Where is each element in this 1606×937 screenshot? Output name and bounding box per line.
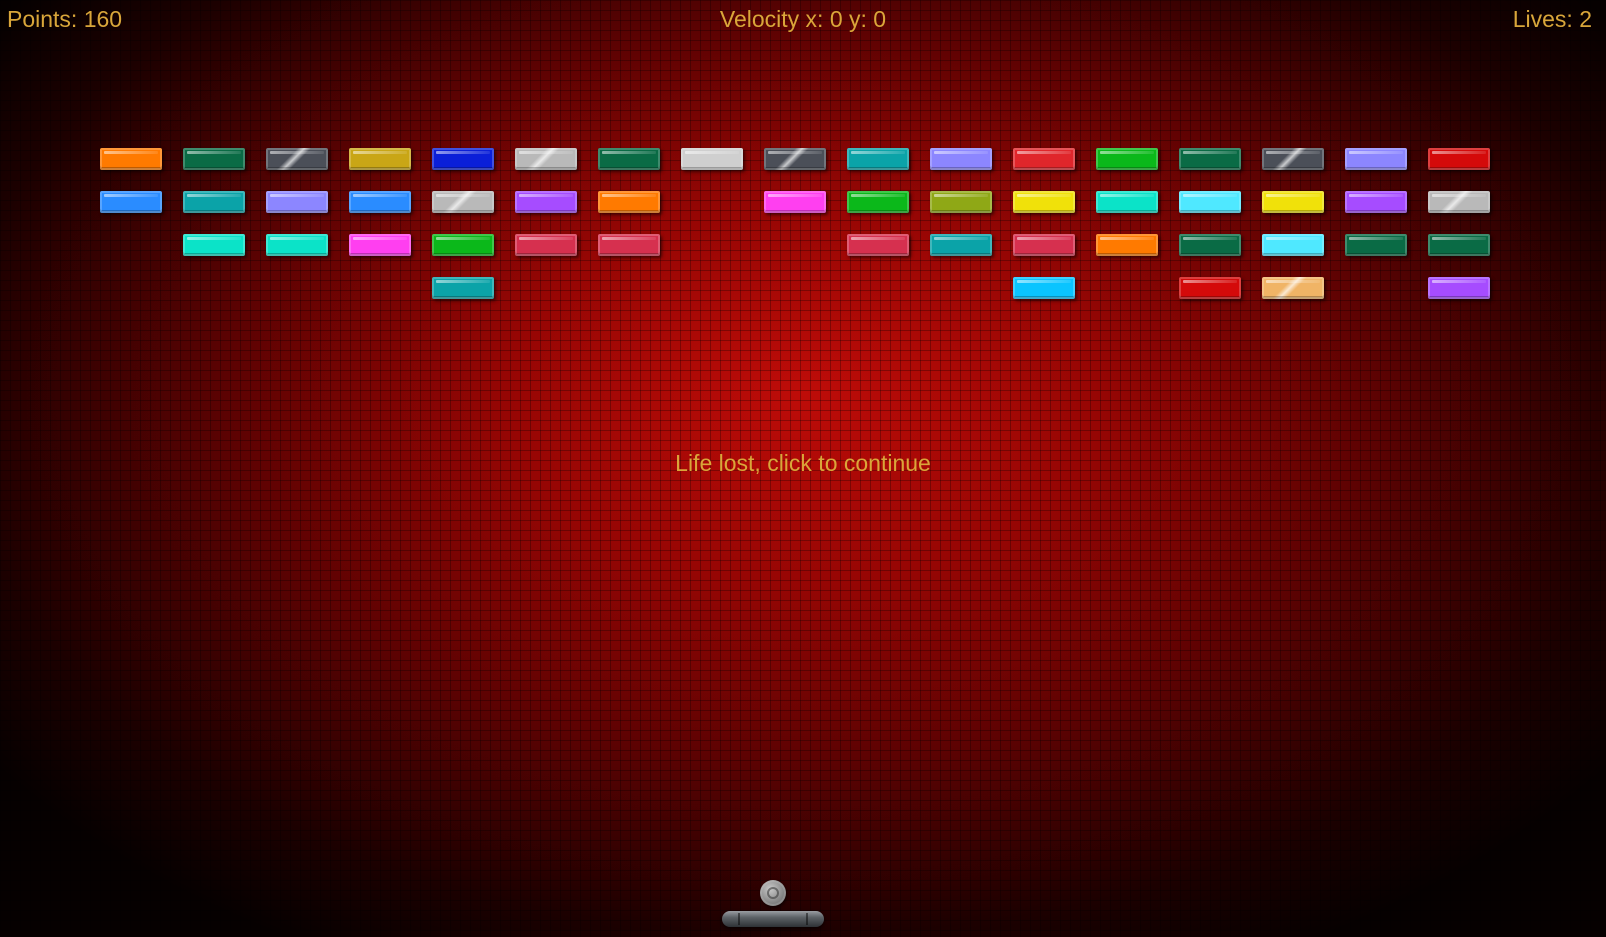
brick	[930, 234, 992, 256]
brick	[1428, 234, 1490, 256]
brick	[1428, 191, 1490, 213]
brick	[1096, 148, 1158, 170]
brick	[1428, 148, 1490, 170]
brick	[183, 191, 245, 213]
brick	[349, 191, 411, 213]
brick	[515, 148, 577, 170]
brick	[1179, 148, 1241, 170]
brick	[1013, 148, 1075, 170]
brick	[100, 191, 162, 213]
brick	[930, 148, 992, 170]
brick	[847, 148, 909, 170]
brick	[1013, 277, 1075, 299]
brick	[266, 234, 328, 256]
ball	[760, 880, 786, 906]
brick	[183, 234, 245, 256]
brick	[1345, 234, 1407, 256]
velocity-readout: Velocity x: 0 y: 0	[719, 6, 887, 32]
brick	[432, 148, 494, 170]
brick	[1262, 277, 1324, 299]
brick	[1013, 234, 1075, 256]
paddle[interactable]	[722, 911, 824, 927]
brick	[432, 277, 494, 299]
brick	[432, 234, 494, 256]
brick	[681, 148, 743, 170]
brick	[1013, 191, 1075, 213]
brick	[847, 191, 909, 213]
brick	[183, 148, 245, 170]
brick	[266, 148, 328, 170]
brick	[1262, 234, 1324, 256]
brick	[598, 191, 660, 213]
brick	[266, 191, 328, 213]
brick	[1345, 148, 1407, 170]
brick	[847, 234, 909, 256]
brick	[598, 234, 660, 256]
brick	[1428, 277, 1490, 299]
brick	[1262, 148, 1324, 170]
brick	[515, 234, 577, 256]
lives-counter: Lives: 2	[1512, 6, 1592, 32]
brick	[598, 148, 660, 170]
brick	[1345, 191, 1407, 213]
brick	[1179, 191, 1241, 213]
game-canvas[interactable]: Points: 160 Velocity x: 0 y: 0 Lives: 2 …	[0, 0, 1606, 937]
brick	[1262, 191, 1324, 213]
brick	[349, 148, 411, 170]
brick	[930, 191, 992, 213]
brick	[764, 148, 826, 170]
life-lost-message[interactable]: Life lost, click to continue	[0, 450, 1606, 477]
brick	[515, 191, 577, 213]
brick	[1096, 191, 1158, 213]
brick	[100, 148, 162, 170]
brick	[349, 234, 411, 256]
brick	[1179, 234, 1241, 256]
brick	[432, 191, 494, 213]
brick	[764, 191, 826, 213]
brick	[1179, 277, 1241, 299]
brick	[1096, 234, 1158, 256]
